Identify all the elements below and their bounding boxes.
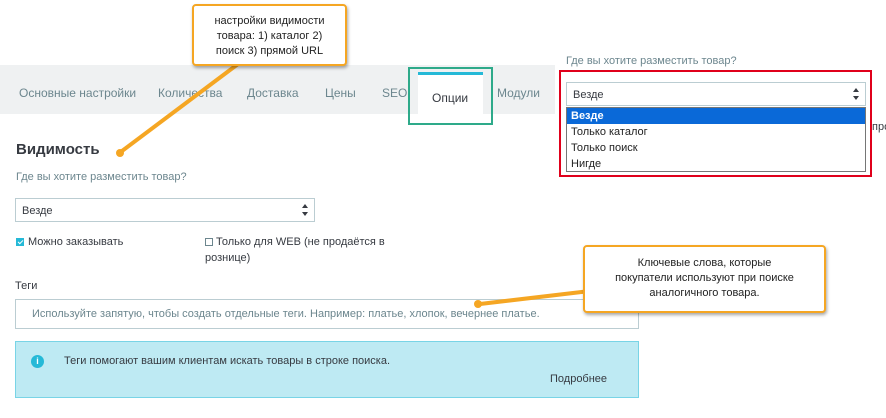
- callout2-pointer-dot: [474, 300, 482, 308]
- callout1-line2: товара: 1) каталог 2): [216, 30, 323, 42]
- dropdown-demo-question: Где вы хотите разместить товар?: [566, 55, 737, 67]
- callout1-line3: поиск 3) прямой URL: [215, 45, 324, 57]
- callout1-pointer-line: [120, 62, 240, 153]
- clipped-text: про: [872, 121, 886, 133]
- callout1-pointer-dot: [116, 149, 124, 157]
- callout2-line3: аналогичного товара.: [649, 287, 760, 299]
- callout1-line1: настройки видимости: [214, 15, 325, 27]
- callout2-line2: покупатели используют при поиске: [615, 272, 794, 284]
- callout2-pointer-line: [479, 289, 591, 306]
- visibility-callout: настройки видимости товара: 1) каталог 2…: [192, 4, 347, 66]
- tags-callout: Ключевые слова, которые покупатели испол…: [583, 245, 826, 313]
- callout2-line1: Ключевые слова, которые: [637, 257, 772, 269]
- dropdown-highlight: [559, 70, 872, 177]
- callout-pointers: [116, 62, 591, 308]
